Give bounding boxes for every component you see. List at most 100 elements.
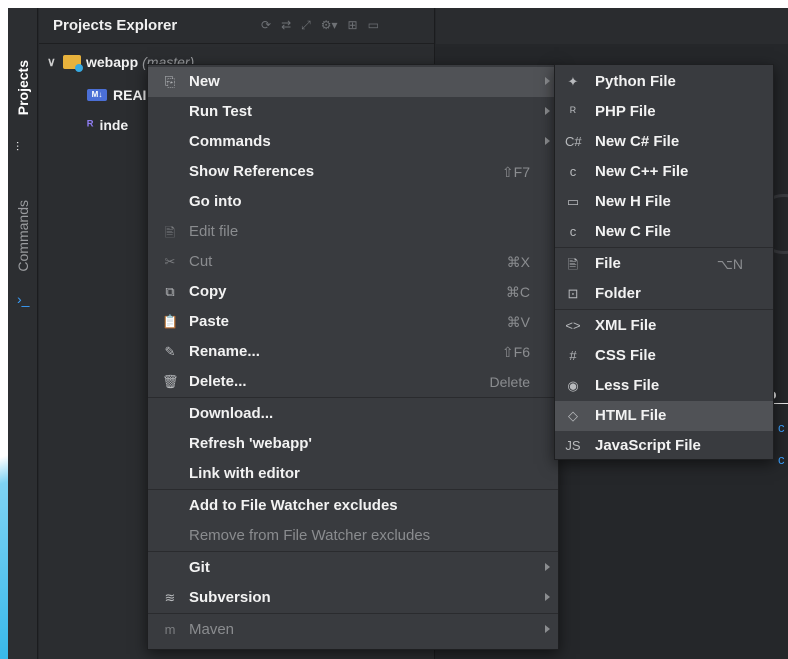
menu-item-label: Cut bbox=[189, 253, 213, 270]
trash-icon: 🗑 bbox=[162, 374, 179, 389]
menu-item-less-file[interactable]: ◉ Less File bbox=[555, 371, 773, 401]
menu-item-css-file[interactable]: # CSS File bbox=[555, 341, 773, 371]
menu-item-paste[interactable]: 📋 Paste ⌘V bbox=[148, 307, 558, 337]
menu-item-download[interactable]: Download... bbox=[148, 399, 558, 429]
menu-item-label: Link with editor bbox=[189, 465, 300, 482]
tree-item-label: inde bbox=[99, 117, 129, 133]
cpp-icon: c bbox=[569, 164, 577, 179]
menu-item-label: Rename... bbox=[189, 343, 260, 360]
submenu-arrow-icon bbox=[545, 593, 550, 601]
menu-item-label: New C++ File bbox=[595, 163, 689, 180]
python-icon: ✦ bbox=[567, 74, 579, 89]
menu-item-edit-file[interactable]: 🖹 Edit file bbox=[148, 217, 558, 247]
submenu-arrow-icon bbox=[545, 107, 550, 115]
menu-item-copy[interactable]: ⧉ Copy ⌘C bbox=[148, 277, 558, 307]
menu-item-label: Add to File Watcher excludes bbox=[189, 497, 398, 514]
editor-link-fragment[interactable]: c bbox=[778, 452, 785, 467]
new-icon: ⎘ bbox=[164, 74, 176, 89]
refresh-icon[interactable]: ⟳ bbox=[261, 18, 271, 33]
menu-item-new-cpp-file[interactable]: c New C++ File bbox=[555, 157, 773, 187]
markdown-icon: M↓ bbox=[87, 89, 107, 101]
menu-item-add-file-watcher-excludes[interactable]: Add to File Watcher excludes bbox=[148, 491, 558, 521]
menu-item-label: XML File bbox=[595, 317, 657, 334]
menu-item-folder[interactable]: ⊡ Folder bbox=[555, 279, 773, 309]
file-icon: 🖹 bbox=[164, 225, 176, 240]
menu-item-new-h-file[interactable]: ▭ New H File bbox=[555, 187, 773, 217]
menu-item-file[interactable]: 🖹 File ⌥N bbox=[555, 249, 773, 279]
menu-item-refresh[interactable]: Refresh 'webapp' bbox=[148, 429, 558, 459]
xml-icon: <> bbox=[565, 318, 581, 333]
menu-item-xml-file[interactable]: <> XML File bbox=[555, 311, 773, 341]
folder-icon: ⊡ bbox=[567, 286, 579, 301]
menu-item-run-test[interactable]: Run Test bbox=[148, 97, 558, 127]
menu-item-python-file[interactable]: ✦ Python File bbox=[555, 67, 773, 97]
chevron-down-icon[interactable]: ∨ bbox=[47, 55, 63, 69]
menu-item-commands[interactable]: Commands bbox=[148, 127, 558, 157]
header-file-icon: ▭ bbox=[566, 194, 580, 209]
explorer-title: Projects Explorer bbox=[53, 17, 178, 34]
sync-icon[interactable]: ⇄ bbox=[281, 18, 291, 33]
menu-item-shortcut: ⌘V bbox=[506, 314, 530, 330]
menu-item-maven[interactable]: m Maven bbox=[148, 615, 558, 645]
menu-item-shortcut: ⌘X bbox=[506, 254, 530, 270]
php-icon: ᴿ bbox=[570, 104, 576, 119]
html-icon: ◇ bbox=[568, 408, 578, 423]
collapse-icon[interactable]: ⤢ bbox=[301, 18, 311, 33]
menu-item-new[interactable]: ⎘ New bbox=[148, 67, 558, 97]
menu-separator bbox=[148, 397, 558, 398]
menu-item-label: Subversion bbox=[189, 589, 271, 606]
less-icon: ◉ bbox=[567, 378, 579, 393]
menu-separator bbox=[148, 551, 558, 552]
menu-item-rename[interactable]: ✎ Rename... ⇧F6 bbox=[148, 337, 558, 367]
tree-item-index[interactable]: ᴿ inde bbox=[87, 115, 128, 135]
menu-item-label: Git bbox=[189, 559, 210, 576]
menu-item-shortcut: ⇧F6 bbox=[501, 344, 530, 360]
submenu-arrow-icon bbox=[545, 625, 550, 633]
menu-item-go-into[interactable]: Go into bbox=[148, 187, 558, 217]
menu-item-label: Commands bbox=[189, 133, 271, 150]
menu-item-show-references[interactable]: Show References ⇧F7 bbox=[148, 157, 558, 187]
menu-item-html-file[interactable]: ◇ HTML File bbox=[555, 401, 773, 431]
menu-item-shortcut: ⌘C bbox=[505, 284, 530, 300]
c-file-icon: c bbox=[569, 224, 577, 239]
tree-item-readme[interactable]: M↓ REAI bbox=[87, 85, 146, 105]
new-submenu: ✦ Python File ᴿ PHP File C# New C# File c New C… bbox=[554, 64, 774, 460]
expand-icon[interactable]: ⊞ bbox=[348, 18, 358, 33]
menu-item-cut[interactable]: ✂ Cut ⌘X bbox=[148, 247, 558, 277]
menu-item-javascript-file[interactable]: JS JavaScript File bbox=[555, 431, 773, 461]
submenu-arrow-icon bbox=[545, 563, 550, 571]
explorer-toolbar: ⟳ ⇄ ⤢ ⚙▾ ⊞ ▭ bbox=[261, 18, 379, 33]
menu-item-label: PHP File bbox=[595, 103, 656, 120]
menu-item-label: Delete... bbox=[189, 373, 247, 390]
menu-item-subversion[interactable]: ≋ Subversion bbox=[148, 583, 558, 613]
menu-item-label: Remove from File Watcher excludes bbox=[189, 527, 431, 544]
submenu-arrow-icon bbox=[545, 137, 550, 145]
side-tab-commands[interactable]: Commands bbox=[8, 188, 38, 283]
context-menu: ⎘ New Run Test Commands Show References ⇧F7 Go… bbox=[147, 64, 559, 650]
menu-item-new-c-file[interactable]: c New C File bbox=[555, 217, 773, 247]
side-tab-projects[interactable]: Projects bbox=[8, 48, 38, 128]
menu-item-label: Folder bbox=[595, 285, 641, 302]
copy-icon: ⧉ bbox=[165, 284, 175, 299]
menu-item-remove-file-watcher-excludes[interactable]: Remove from File Watcher excludes bbox=[148, 521, 558, 551]
maven-icon: m bbox=[164, 622, 176, 637]
gear-icon[interactable]: ⚙▾ bbox=[321, 18, 338, 33]
menu-item-php-file[interactable]: ᴿ PHP File bbox=[555, 97, 773, 127]
editor-link-fragment[interactable]: c bbox=[778, 420, 785, 435]
menu-item-new-csharp-file[interactable]: C# New C# File bbox=[555, 127, 773, 157]
minimize-icon[interactable]: ▭ bbox=[368, 18, 379, 33]
menu-item-label: JavaScript File bbox=[595, 437, 701, 454]
menu-item-label: Paste bbox=[189, 313, 230, 330]
menu-item-label: New C File bbox=[595, 223, 671, 240]
javascript-icon: JS bbox=[565, 438, 581, 453]
menu-separator bbox=[148, 489, 558, 490]
menu-item-label: CSS File bbox=[595, 347, 656, 364]
file-icon: 🖹 bbox=[567, 257, 579, 272]
menu-item-delete[interactable]: 🗑 Delete... Delete bbox=[148, 367, 558, 397]
commands-icon: ›_ bbox=[17, 291, 30, 307]
menu-item-link-with-editor[interactable]: Link with editor bbox=[148, 459, 558, 489]
project-structure-icon: ⫶ bbox=[16, 140, 20, 154]
menu-separator bbox=[555, 309, 773, 310]
menu-item-git[interactable]: Git bbox=[148, 553, 558, 583]
menu-item-label: Download... bbox=[189, 405, 274, 422]
